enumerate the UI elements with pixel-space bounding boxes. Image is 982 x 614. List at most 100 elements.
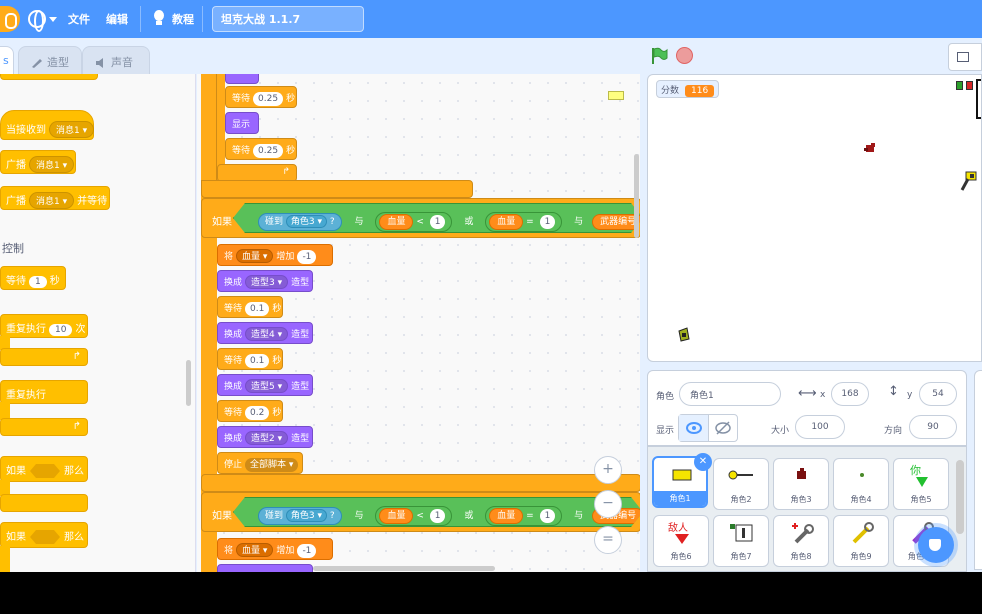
costume-dropdown[interactable]: 造型5 — [245, 379, 289, 393]
y-position-input[interactable] — [919, 382, 957, 406]
sprite-tile[interactable]: 敌人 角色6 — [653, 515, 709, 567]
sprite-list-scrollbar[interactable] — [956, 460, 964, 534]
sprite-tile[interactable]: 角色9 — [833, 515, 889, 567]
add-sprite-button[interactable] — [918, 527, 954, 563]
wait-seconds-input[interactable]: 1 — [29, 276, 47, 288]
green-flag-icon[interactable] — [650, 47, 668, 65]
switch-costume-block[interactable]: 换成造型5造型 — [217, 374, 313, 396]
variable-reporter[interactable]: 武器编号 — [592, 214, 640, 230]
value-input[interactable]: 1 — [430, 509, 446, 523]
touching-target-dropdown[interactable]: 角色3 — [286, 215, 327, 228]
palette-when-receive[interactable]: 当接收到 消息1 — [0, 110, 95, 140]
stop-option-dropdown[interactable]: 全部脚本 — [245, 458, 299, 472]
stage-canvas[interactable]: 分数 116 — [647, 74, 982, 362]
wait-block[interactable]: 等待 0.2 秒 — [217, 400, 283, 422]
tab-code[interactable]: s — [0, 46, 14, 74]
zoom-out-button[interactable]: − — [594, 490, 622, 518]
value-input[interactable]: -1 — [297, 250, 317, 264]
touching-sensor[interactable]: 碰到 角色3 ? — [258, 507, 342, 525]
costume-dropdown[interactable]: 造型4 — [245, 327, 289, 341]
palette-scrollbar[interactable] — [186, 360, 191, 406]
touching-target-dropdown[interactable]: 角色3 — [286, 509, 327, 522]
condition-slot[interactable] — [30, 464, 60, 478]
message-dropdown[interactable]: 消息1 — [29, 156, 75, 173]
wait-block[interactable]: 等待 0.25 秒 — [225, 86, 297, 108]
wait-block[interactable]: 等待 0.25 秒 — [225, 138, 297, 160]
switch-costume-block[interactable]: 换成造型2造型 — [217, 426, 313, 448]
project-title-input[interactable] — [212, 6, 364, 32]
palette-broadcast-wait[interactable]: 广播消息1并等待 — [0, 186, 110, 210]
stage-target-panel[interactable] — [974, 370, 982, 570]
palette-broadcast[interactable]: 广播 消息1 — [0, 150, 76, 174]
workspace-vertical-scrollbar[interactable] — [634, 154, 639, 238]
globe-icon[interactable] — [28, 10, 46, 32]
zoom-reset-button[interactable]: = — [594, 526, 622, 554]
variable-reporter[interactable]: 血量 — [379, 508, 413, 524]
less-than-operator[interactable]: 血量 < 1 — [375, 506, 452, 526]
variable-reporter[interactable]: 血量 — [489, 508, 523, 524]
looks-block-partial[interactable] — [225, 74, 259, 84]
hide-sprite-button[interactable] — [709, 415, 737, 441]
palette-repeat[interactable]: 重复执行 10 次 — [0, 314, 88, 338]
sprite-name-input[interactable] — [679, 382, 781, 406]
wait-block[interactable]: 等待 0.1 秒 — [217, 348, 283, 370]
repeat-count-input[interactable]: 10 — [49, 324, 73, 336]
sprite-tile[interactable]: 角色2 — [713, 458, 769, 510]
zoom-in-button[interactable]: + — [594, 456, 622, 484]
show-sprite-button[interactable] — [679, 415, 709, 441]
palette-if-then-else[interactable]: 如果 那么 — [0, 522, 88, 548]
switch-costume-block[interactable] — [217, 564, 313, 572]
tab-costumes[interactable]: 造型 — [18, 46, 82, 74]
wait-seconds-input[interactable]: 0.1 — [245, 354, 270, 368]
wait-block[interactable]: 等待 0.1 秒 — [217, 296, 283, 318]
less-than-operator[interactable]: 血量 < 1 — [375, 212, 452, 232]
sprite-tile[interactable]: 角色4 — [833, 458, 889, 510]
size-input[interactable] — [795, 415, 845, 439]
show-block[interactable]: 显示 — [225, 112, 259, 134]
sprite-tile[interactable]: 你 角色5 — [893, 458, 949, 510]
stop-block[interactable]: 停止 全部脚本 — [217, 452, 303, 474]
menu-file[interactable]: 文件 — [68, 11, 90, 27]
touching-sensor[interactable]: 碰到 角色3 ? — [258, 213, 342, 231]
lightbulb-icon[interactable] — [152, 10, 166, 26]
value-input[interactable]: 1 — [430, 215, 446, 229]
switch-costume-block[interactable]: 换成造型4造型 — [217, 322, 313, 344]
change-variable-block[interactable]: 将血量增加-1 — [217, 538, 333, 560]
variable-dropdown[interactable]: 血量 — [236, 249, 274, 263]
palette-wait[interactable]: 等待 1 秒 — [0, 266, 66, 290]
and-operator[interactable]: 碰到 角色3 ? 与 血量 < 1 或 血量 = 1 与 武器编号 — [233, 203, 640, 233]
value-input[interactable]: -1 — [297, 544, 317, 558]
stop-button[interactable] — [676, 47, 693, 64]
equals-operator[interactable]: 血量 = 1 — [485, 212, 562, 232]
scratch-logo[interactable] — [0, 6, 20, 32]
palette-forever[interactable]: 重复执行 — [0, 380, 88, 404]
menu-edit[interactable]: 编辑 — [106, 11, 128, 27]
change-variable-block[interactable]: 将血量增加-1 — [217, 244, 333, 266]
comment-note-icon[interactable] — [608, 91, 624, 100]
and-operator[interactable]: 碰到 角色3 ? 与 血量 < 1 或 血量 = 1 与 武器编号 — [233, 497, 640, 527]
script-workspace[interactable]: 等待0.25秒 显示 等待0.25秒 ↱ 如果 碰到 角色3 ? 与 血量 < … — [197, 74, 640, 572]
equals-operator[interactable]: 血量 = 1 — [485, 506, 562, 526]
condition-slot[interactable] — [30, 530, 60, 544]
palette-if-then[interactable]: 如果 那么 — [0, 456, 88, 482]
costume-dropdown[interactable]: 造型2 — [245, 431, 289, 445]
menu-tutorials[interactable]: 教程 — [172, 11, 194, 27]
wait-seconds-input[interactable]: 0.25 — [253, 92, 284, 106]
variable-reporter[interactable]: 血量 — [489, 214, 523, 230]
costume-dropdown[interactable]: 造型3 — [245, 275, 289, 289]
value-input[interactable]: 1 — [540, 509, 556, 523]
value-input[interactable]: 1 — [540, 215, 556, 229]
sprite-tile[interactable]: 角色7 — [713, 515, 769, 567]
palette-block-partial[interactable] — [0, 74, 98, 80]
x-position-input[interactable] — [831, 382, 869, 406]
small-stage-button[interactable] — [948, 43, 982, 71]
sprite-tile[interactable]: 角色3 — [773, 458, 829, 510]
wait-seconds-input[interactable]: 0.2 — [245, 406, 270, 420]
wait-seconds-input[interactable]: 0.25 — [253, 144, 284, 158]
message-dropdown[interactable]: 消息1 — [29, 192, 75, 209]
wait-seconds-input[interactable]: 0.1 — [245, 302, 270, 316]
variable-reporter[interactable]: 血量 — [379, 214, 413, 230]
sprite-tile[interactable]: 角色8 — [773, 515, 829, 567]
switch-costume-block[interactable]: 换成造型3造型 — [217, 270, 313, 292]
tab-sounds[interactable]: 声音 — [82, 46, 150, 74]
